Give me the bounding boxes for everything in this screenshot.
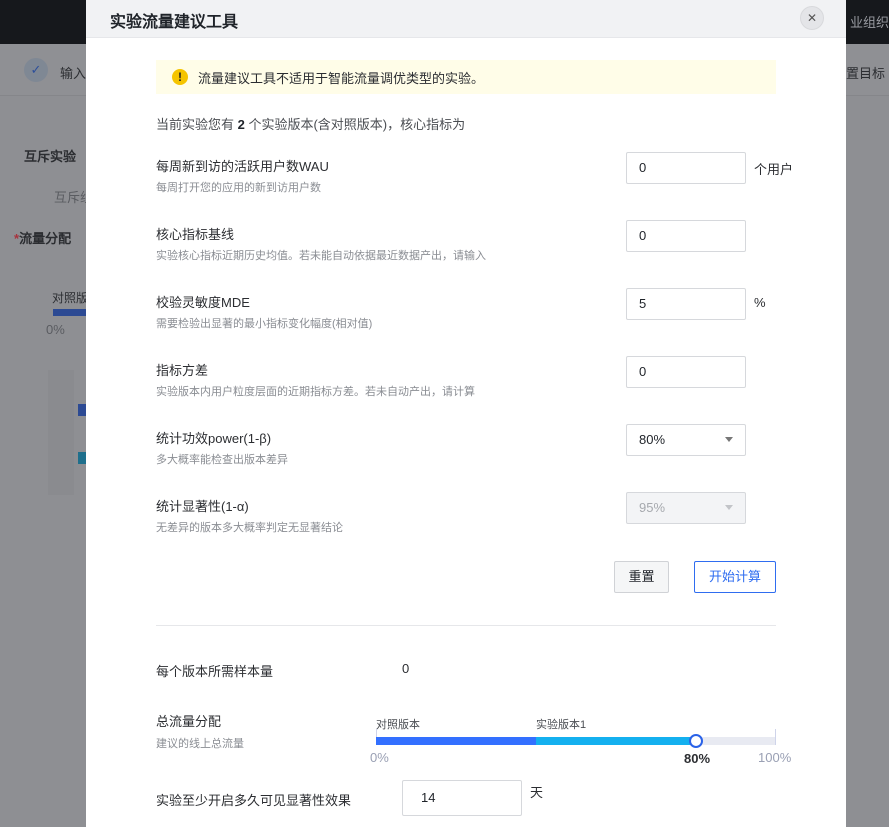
traffic-hint: 建议的线上总流量 xyxy=(156,738,244,750)
days-input[interactable]: 14 xyxy=(402,780,522,816)
experiment-segment xyxy=(536,737,696,745)
significance-select: 95% xyxy=(626,492,746,524)
close-icon[interactable]: ✕ xyxy=(800,6,824,30)
bg-legend-2 xyxy=(78,452,86,464)
traffic-label: 总流量分配 xyxy=(156,714,222,729)
experiment-version-label: 实验版本1 xyxy=(536,719,587,731)
modal-header: 实验流量建议工具 ✕ xyxy=(86,0,846,38)
step-label: 输入 xyxy=(60,66,87,81)
traffic-label: 流量分配 xyxy=(19,231,72,246)
start-calculation-button[interactable]: 开始计算 xyxy=(694,561,776,593)
step-right: 置目标 xyxy=(846,66,886,81)
divider xyxy=(156,625,776,626)
control-segment xyxy=(376,737,536,745)
section-title: 互斥实验 xyxy=(24,149,77,164)
sample-size-value: 0 xyxy=(402,661,410,676)
check-icon: ✓ xyxy=(24,58,48,82)
baseline-input[interactable]: 0 xyxy=(626,220,746,252)
unit-label: 个用户 xyxy=(754,162,794,177)
unit-label: % xyxy=(754,295,766,310)
bg-chart xyxy=(48,370,74,495)
field-power: 统计功效power(1-β) 多大概率能检查出版本差异 80% xyxy=(156,424,806,467)
chevron-down-icon xyxy=(725,437,733,442)
org-text: 业组织 xyxy=(849,15,889,30)
power-select[interactable]: 80% xyxy=(626,424,746,456)
warning-icon: ! xyxy=(172,69,188,85)
power-value: 80% xyxy=(639,432,666,447)
zero-pct: 0% xyxy=(46,322,65,337)
traffic-slider[interactable] xyxy=(376,729,776,748)
bg-legend-1 xyxy=(78,404,86,416)
mde-input[interactable]: 5 xyxy=(626,288,746,320)
intro-text: 当前实验您有 2 个实验版本(含对照版本)，核心指标为 xyxy=(156,114,465,133)
sample-size-label: 每个版本所需样本量 xyxy=(156,664,274,679)
reset-button[interactable]: 重置 xyxy=(614,561,669,593)
intro-suffix: 个实验版本(含对照版本)，核心指标为 xyxy=(244,117,466,132)
traffic-suggestion-modal: 实验流量建议工具 ✕ ! 流量建议工具不适用于智能流量调优类型的实验。 当前实验… xyxy=(86,0,846,827)
slider-tick-end xyxy=(775,729,776,745)
days-label: 实验至少开启多久可见显著性效果 xyxy=(156,793,352,808)
slider-handle[interactable] xyxy=(689,734,703,748)
max-percent: 100% xyxy=(758,750,792,765)
significance-value: 95% xyxy=(639,500,666,515)
control-label: 对照版 xyxy=(52,291,89,305)
field-wau: 每周新到访的活跃用户数WAU 每周打开您的应用的新到访用户数 0 个用户 xyxy=(156,152,806,195)
modal-title: 实验流量建议工具 xyxy=(110,14,239,31)
wau-input[interactable]: 0 xyxy=(626,152,746,184)
warning-banner: ! 流量建议工具不适用于智能流量调优类型的实验。 xyxy=(156,60,776,94)
version-count: 2 xyxy=(237,117,245,132)
field-significance: 统计显著性(1-α) 无差异的版本多大概率判定无显著结论 95% xyxy=(156,492,806,535)
control-version-label: 对照版本 xyxy=(376,719,420,731)
warning-text: 流量建议工具不适用于智能流量调优类型的实验。 xyxy=(198,70,485,86)
field-baseline: 核心指标基线 实验核心指标近期历史均值。若未能自动依据最近数据产出，请输入 0 xyxy=(156,220,806,263)
traffic-percent: 80% xyxy=(684,751,711,766)
field-variance: 指标方差 实验版本内用户粒度层面的近期指标方差。若未自动产出，请计算 0 xyxy=(156,356,806,399)
field-mde: 校验灵敏度MDE 需要检验出显著的最小指标变化幅度(相对值) 5 % xyxy=(156,288,806,331)
min-percent: 0% xyxy=(370,750,389,765)
intro-prefix: 当前实验您有 xyxy=(156,117,238,132)
variance-input[interactable]: 0 xyxy=(626,356,746,388)
days-unit: 天 xyxy=(530,785,544,800)
bg-bar-fill xyxy=(53,309,86,316)
chevron-down-icon xyxy=(725,505,733,510)
